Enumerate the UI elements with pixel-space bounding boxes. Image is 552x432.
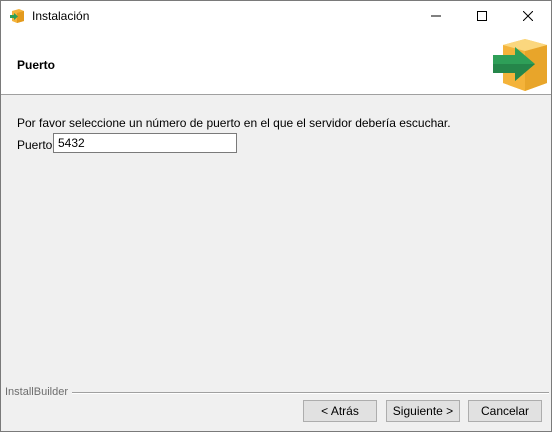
installer-window: Instalación Puerto Por favor seleccione … [0, 0, 552, 432]
minimize-icon [431, 10, 441, 24]
installer-box-arrow-icon [491, 35, 549, 93]
maximize-button[interactable] [459, 1, 505, 32]
port-input[interactable] [53, 133, 237, 153]
window-title: Instalación [32, 9, 90, 23]
back-button[interactable]: < Atrás [303, 400, 377, 422]
footer-divider [69, 392, 549, 394]
port-prompt: Por favor seleccione un número de puerto… [17, 116, 451, 130]
installer-box-icon [9, 8, 25, 24]
installbuilder-label: InstallBuilder [5, 386, 72, 398]
close-button[interactable] [505, 1, 551, 32]
next-button[interactable]: Siguiente > [386, 400, 460, 422]
cancel-button[interactable]: Cancelar [468, 400, 542, 422]
title-bar[interactable]: Instalación [1, 1, 551, 32]
content-area: Por favor seleccione un número de puerto… [1, 96, 551, 386]
page-title: Puerto [17, 58, 56, 72]
page-header: Puerto [1, 32, 551, 95]
maximize-icon [477, 10, 487, 24]
port-label: Puerto [17, 138, 53, 152]
minimize-button[interactable] [413, 1, 459, 32]
close-icon [522, 10, 534, 24]
